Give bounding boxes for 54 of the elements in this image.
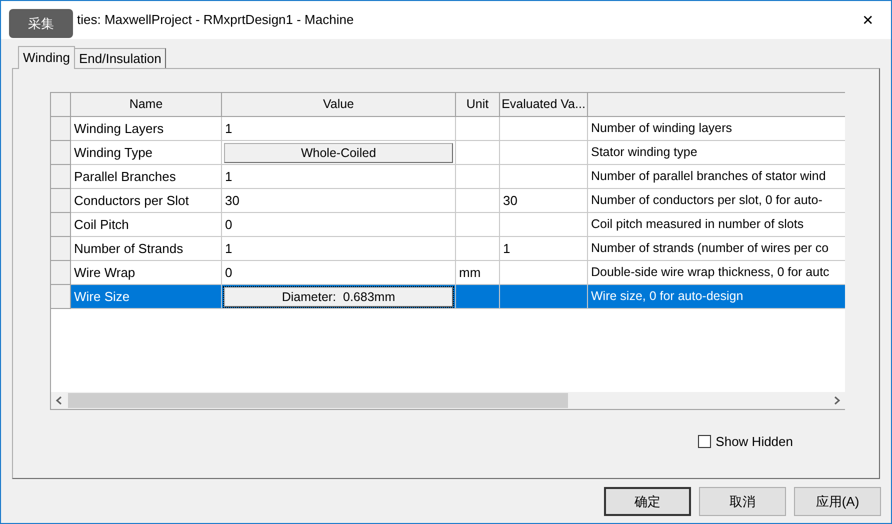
name-cell: Parallel Branches — [71, 165, 222, 189]
value-button[interactable]: Whole-Coiled — [224, 142, 453, 162]
tab[interactable]: End/Insulation — [74, 48, 166, 68]
window-title: ties: MaxwellProject - RMxprtDesign1 - Machine — [77, 11, 354, 30]
unit-cell — [456, 213, 500, 237]
description-cell: Number of parallel branches of stator wind — [588, 165, 845, 189]
description-cell: Wire size, 0 for auto-design — [588, 285, 845, 309]
close-button[interactable]: ✕ — [853, 5, 883, 35]
description-cell: Number of strands (number of wires per co — [588, 237, 845, 261]
evaluated-cell: 1 — [500, 237, 588, 261]
show-hidden-checkbox[interactable]: Show Hidden — [698, 432, 793, 452]
column-header: Name — [71, 93, 222, 117]
column-header: Unit — [456, 93, 500, 117]
value-cell[interactable]: 1 — [222, 118, 236, 138]
collect-button[interactable]: 采集 — [9, 9, 73, 38]
description-cell: Stator winding type — [588, 141, 845, 165]
name-cell: Wire Size — [71, 285, 222, 309]
checkbox-icon[interactable] — [698, 435, 711, 448]
table-row[interactable]: Parallel Branches 1 Number of parallel branches of stator wind — [51, 165, 845, 189]
table-row[interactable]: Conductors per Slot 30 30 Number of conductors per slot, 0 for auto- — [51, 189, 845, 213]
table-row[interactable]: Wire Size Diameter: 0.683mm Wire size, 0 for auto-design — [51, 285, 845, 309]
value-cell[interactable]: 0 — [222, 262, 236, 282]
name-cell: Number of Strands — [71, 237, 222, 261]
table-row[interactable]: Coil Pitch 0 Coil pitch measured in number of slots — [51, 213, 845, 237]
table-row[interactable]: Number of Strands 1 1 Number of strands (number of wires per co — [51, 237, 845, 261]
scroll-thumb[interactable] — [68, 393, 568, 408]
value-cell[interactable]: 1 — [222, 166, 236, 186]
description-cell: Coil pitch measured in number of slots — [588, 213, 845, 237]
table-row[interactable]: Winding Layers 1 Number of winding layers — [51, 117, 845, 141]
table-row[interactable]: Winding Type Whole-Coiled Stator winding type — [51, 141, 845, 165]
evaluated-cell: 30 — [500, 189, 588, 213]
column-header: Value — [222, 93, 456, 117]
unit-cell — [456, 189, 500, 213]
tab[interactable]: Winding — [18, 46, 75, 69]
dialog-button[interactable]: 应用(A) — [794, 487, 881, 516]
value-button[interactable]: Diameter: 0.683mm — [224, 286, 453, 306]
description-cell: Number of winding layers — [588, 117, 845, 141]
column-header: Evaluated Va... — [500, 93, 588, 117]
name-cell: Conductors per Slot — [71, 189, 222, 213]
dialog-button[interactable]: 取消 — [699, 487, 786, 516]
unit-cell — [456, 165, 500, 189]
description-cell: Number of conductors per slot, 0 for auto- — [588, 189, 845, 213]
name-cell: Coil Pitch — [71, 213, 222, 237]
unit-cell — [456, 285, 500, 309]
name-cell: Winding Layers — [71, 117, 222, 141]
value-cell[interactable]: 0 — [222, 214, 236, 234]
name-cell: Winding Type — [71, 141, 222, 165]
horizontal-scrollbar[interactable] — [51, 392, 845, 409]
value-cell[interactable]: 30 — [222, 190, 242, 210]
value-cell[interactable]: 1 — [222, 238, 236, 258]
unit-cell — [456, 237, 500, 261]
unit-cell — [456, 141, 500, 165]
unit-cell — [456, 117, 500, 141]
dialog-button[interactable]: 确定 — [604, 487, 691, 516]
